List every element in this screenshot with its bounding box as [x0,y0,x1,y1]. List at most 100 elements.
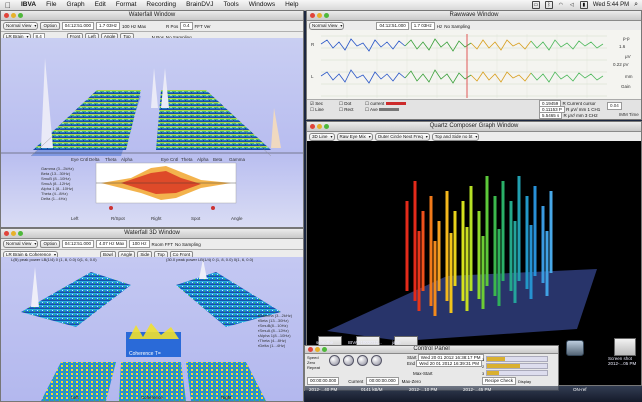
zoom-button[interactable] [324,13,329,18]
menu-help[interactable]: Help [280,0,303,10]
menu-tools[interactable]: Tools [219,0,244,10]
speed-knob[interactable] [357,355,368,366]
right-hz-field[interactable]: 100 Hz [129,240,150,248]
rawwave-controls: ☑ Sec ☐ Line ☐ Dot ☐ Rect ☐ current ☐ Av… [307,99,641,119]
zoom-button[interactable] [18,231,23,236]
band-legend-row: Delta (1...4Hz) [41,196,74,201]
right-axis-label-3: Beta [213,157,223,162]
apple-icon[interactable]:  [0,1,16,10]
bluetooth-icon[interactable]: ᛒ [544,1,553,9]
view-select[interactable]: Normal View [3,22,39,30]
screen-icon[interactable]: ▭ [531,1,540,9]
level-meter [486,370,549,376]
waterfall-titlebar[interactable]: Waterfall Window [1,11,303,21]
close-button[interactable] [4,231,9,236]
view-select[interactable]: Normal View [309,22,345,30]
waterfall-3d-view[interactable]: Eye Cntl Delta Theta Alpha Eye Cntl Thet… [1,38,303,227]
waterfall3d-titlebar[interactable]: Waterfall 3D Window [1,229,303,239]
menu-windows[interactable]: Windows [244,0,280,10]
dock-item[interactable]: ON-ref [573,387,587,392]
zoom-button[interactable] [322,347,327,352]
minimize-button[interactable] [11,231,16,236]
timecode-field[interactable]: 04:12:51.000 [61,240,94,248]
menubar-clock[interactable]: Wed 5:44 PM [593,2,629,8]
minimize-button[interactable] [11,13,16,18]
rawwave-title: Rawwave Window [449,12,499,18]
rate-field[interactable]: 1.7 03Hz [410,22,435,30]
chn-label-0: R μV/ mm 1 CH1 [566,107,601,112]
dock-item[interactable]: 2012-...10 PM [409,387,437,392]
wifi-icon[interactable]: ◠ [558,2,564,8]
rewind-button[interactable] [329,355,340,366]
close-button[interactable] [4,13,9,18]
line-check[interactable]: ☐ Line [310,107,324,113]
wf3d-band-list: ▪ Gamma (3...2kHz) ▪ Beta (13...30Hz) ▪ … [258,313,292,348]
menu-edit[interactable]: Edit [90,0,111,10]
volume-icon[interactable]: ◁ [569,2,575,8]
time-label: IMM Time [619,112,639,117]
transport-controls: Speed Zero Repeat [307,355,407,375]
zoom-button[interactable] [324,124,329,129]
rawwave-plot[interactable]: R L p-p 1.6 μV 0.22 pV mm Gain [307,30,641,99]
graph-type-select[interactable]: 3D Line [309,133,335,141]
display-checks: ☑ Sec ☐ Line [310,101,324,113]
rpos-label: R Pos [166,23,179,29]
play-button[interactable] [343,355,354,366]
disk-icon[interactable] [566,340,584,356]
center-peak-right [161,68,169,108]
zoom-button[interactable] [18,13,23,18]
option-button[interactable]: Option [40,22,60,30]
end-date-field[interactable]: Wed 20 01 2012 16:39:31 PM [416,360,482,367]
dock-item[interactable]: 0141 kB/M [361,387,383,392]
quartz-titlebar[interactable]: Quartz Composer Graph Window [307,122,641,132]
mix-select[interactable]: Raw Eye Mix [336,133,373,141]
minimize-button[interactable] [315,347,320,352]
record-button[interactable] [371,355,382,366]
window-controls [4,231,23,236]
option-button[interactable]: Option [40,240,60,248]
dock-item[interactable]: 2012-...45 PM [463,387,491,392]
rate-field[interactable]: 4.07 Hz Max [95,240,128,248]
menu-format[interactable]: Format [111,0,142,10]
timecode-field[interactable]: 04:12:51.000 [376,22,409,30]
coherence-label: Coherence T= [129,351,161,357]
legend-current-swatch [385,102,406,105]
channel-r-trace [320,38,406,52]
meter-row: 1 [482,356,554,362]
pct-field[interactable]: 0.4 [180,22,193,30]
close-button[interactable] [310,13,315,18]
right-peak [271,108,281,148]
control-panel-titlebar[interactable]: Control Panel [305,346,558,354]
screenshot-file-icon[interactable] [614,338,636,356]
rate-field[interactable]: 1.7 03Hz [95,22,120,30]
rawwave-titlebar[interactable]: Rawwave Window [307,11,641,21]
left-axis-label-2: Theta [105,157,117,162]
waterfall3d-view[interactable]: L(B) peak power LB(1/4) 0 (1, 8, 0.0) 0(… [1,257,303,401]
center-peak-left [151,68,158,108]
view-mode-select[interactable]: Top and Side no bt [431,133,480,141]
meter-label: 2 [482,363,485,369]
spotlight-search-icon[interactable]: ⌕ [634,1,638,9]
timecode-field[interactable]: 04:12:51.000 [61,22,94,30]
time-current-field[interactable]: 00:00:00.000 [366,377,399,385]
menu-file[interactable]: File [41,0,61,10]
view-select[interactable]: Normal View [3,240,39,248]
end-label: End [407,361,416,366]
close-button[interactable] [310,124,315,129]
time-start-field[interactable]: 00:00:00.000 [307,377,340,385]
menu-app-name[interactable]: IBVA [16,0,41,10]
minimize-button[interactable] [317,124,322,129]
circle-select[interactable]: Outer Circle Next Freq [374,133,430,141]
bottom-label-left: Left [71,216,79,221]
recipe-check-field[interactable]: Recipe Check [482,377,517,385]
dock-item[interactable]: 2012-...40 PM [309,387,337,392]
menu-braindvj[interactable]: BrainDVJ [181,0,218,10]
menu-recording[interactable]: Recording [141,0,181,10]
rect-check[interactable]: ☐ Rect [339,107,354,113]
minimize-button[interactable] [317,13,322,18]
battery-icon[interactable]: ▮ [579,1,588,9]
close-button[interactable] [308,347,313,352]
screenshot-file-label: Screen shot 2012-...05 PM [608,356,637,366]
menu-graph[interactable]: Graph [62,0,90,10]
bottom-label-left: Left [71,395,79,400]
